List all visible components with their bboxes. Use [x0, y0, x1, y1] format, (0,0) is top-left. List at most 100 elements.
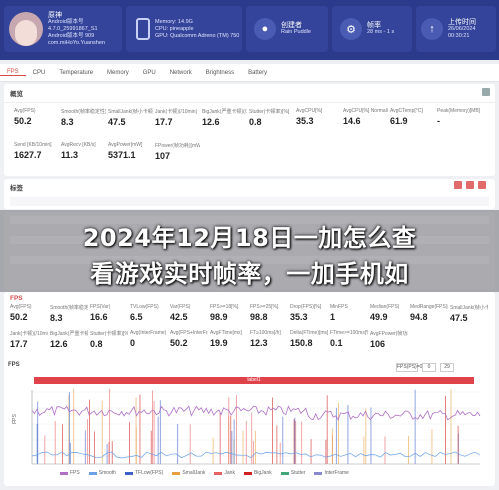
- article-title-line-2: 看游戏实时帧率，一加手机如: [90, 260, 409, 288]
- stat-item: Delta(FTime)[ms] 150.8: [290, 330, 328, 348]
- tab-cpu[interactable]: CPU: [26, 70, 53, 76]
- stat-label: Var(FPS): [170, 304, 191, 310]
- stat-label: Median(FPS): [370, 304, 400, 310]
- legend-item[interactable]: FPS: [60, 470, 80, 476]
- stat-item: FPS>=18[%] 98.9: [210, 304, 248, 322]
- stat-item: FTime>=100ms[%] 0.1: [330, 330, 368, 348]
- article-title-line-1: 2024年12月18日一加怎么查: [82, 224, 417, 252]
- range-box-3[interactable]: 29: [440, 363, 454, 372]
- stat-value: 50.2: [14, 116, 32, 126]
- legend-swatch: [172, 471, 181, 475]
- tab-memory[interactable]: Memory: [100, 70, 136, 76]
- stat-label: Avg(FPS+InterFrame): [170, 330, 208, 336]
- stat-item: AvgCTemp[°C] 61.9: [390, 108, 435, 126]
- legend-label: Stutter: [290, 470, 306, 476]
- stat-value: 0.1: [330, 338, 343, 348]
- stat-item: MedRange(FPS)[%] 94.8: [410, 304, 448, 322]
- legend-item[interactable]: Stutter: [280, 470, 306, 476]
- y-axis-label: FPS: [11, 414, 18, 424]
- stat-item: Jank(卡顿)(/10min) 17.7: [10, 330, 48, 349]
- collapse-icon[interactable]: [482, 88, 490, 96]
- stat-label: FPS>=18[%]: [210, 304, 239, 310]
- stat-item: Avg(FPS+InterFrame) 50.2: [170, 330, 208, 348]
- tab-network[interactable]: Network: [163, 70, 199, 76]
- stat-label: Smooth(帧率稳定性): [61, 109, 106, 115]
- stat-value: 106: [370, 339, 386, 349]
- stat-item: Drop(FPS)[%] 35.3: [290, 304, 328, 322]
- stat-value: 17.7: [155, 117, 173, 127]
- tab-fps[interactable]: FPS: [0, 69, 26, 76]
- stat-label: FPS(Var): [90, 304, 111, 310]
- stat-value: 35.3: [296, 116, 314, 126]
- creator-value: Rain Puddle: [281, 29, 311, 35]
- stat-label: Avg(InterFrame): [130, 330, 167, 336]
- stat-label: Delta(FTime)[ms]: [290, 330, 328, 336]
- stat-value: 49.9: [370, 312, 388, 322]
- tab-brightness[interactable]: Brightness: [199, 70, 241, 76]
- creator-card: ● 创建者 Rain Puddle: [246, 6, 328, 52]
- stat-value: 0: [130, 338, 136, 348]
- stat-value: 42.5: [170, 312, 188, 322]
- stat-label: Avg(FPS): [10, 304, 32, 310]
- stat-label: MedRange(FPS)[%]: [410, 304, 448, 310]
- stat-label: SmallJank(帧小卡顿)(/10min): [108, 109, 153, 115]
- stat-item: AvgFPower(帧功耗)[mW] 106: [370, 330, 408, 349]
- upload-label: 上传时间: [448, 18, 476, 26]
- upload-card: ↑ 上传时间 26/06/2024 00:30:21: [416, 6, 496, 52]
- legend-item[interactable]: BigJank: [243, 470, 272, 476]
- device-card[interactable]: 原神 Android版本号 4.7.0_25991867_S1 Android版…: [4, 6, 122, 52]
- gpu-label: GPU: Qualcomm Adreno (TM) 750: [155, 32, 240, 39]
- gear-icon: ⚙: [340, 18, 362, 40]
- legend-item[interactable]: Jank: [214, 470, 235, 476]
- stat-item: Stutter(卡顿率)[%] 0.8: [90, 330, 128, 349]
- tab-gpu[interactable]: GPU: [136, 70, 163, 76]
- legend-item[interactable]: TFLow(FPS): [124, 470, 163, 476]
- stat-item: Peak(Memory)[MB] -: [437, 108, 482, 126]
- fps-chart[interactable]: FPS: [10, 386, 488, 468]
- stat-label: FPower(帧功耗)[mW]: [155, 143, 200, 149]
- fps-title: FPS: [10, 295, 23, 302]
- stat-value: 17.7: [10, 339, 28, 349]
- stat-item: AvgCPU[%] 35.3: [296, 108, 341, 126]
- stat-label: FTime>=100ms[%]: [330, 330, 368, 336]
- stat-item: FPS(Var) 16.6: [90, 304, 128, 322]
- settings-card: ⚙ 帧率 28 ms - 1 s: [332, 6, 412, 52]
- tags-title: 标签: [10, 185, 23, 192]
- legend-swatch: [314, 471, 323, 475]
- creator-label: 创建者: [281, 22, 302, 29]
- device-name: 原神: [48, 11, 62, 19]
- legend-item[interactable]: SmallJank: [172, 470, 205, 476]
- legend-item[interactable]: Smooth: [88, 470, 116, 476]
- stat-item: Smooth(帧率稳定性) 8.3: [61, 108, 106, 127]
- stat-item: Var(FPS) 42.5: [170, 304, 208, 322]
- stat-item: Stutter(卡顿率)[%] 0.8: [249, 108, 294, 127]
- legend-label: SmallJank: [182, 470, 206, 476]
- range-box-2[interactable]: 0: [422, 363, 436, 372]
- upload-icon: ↑: [421, 18, 443, 40]
- overview-panel: 概览 Avg(FPS) 50.2 Smooth(帧率稳定性) 8.3 SmallJank…: [4, 84, 495, 176]
- tab-temperature[interactable]: Temperature: [52, 70, 100, 76]
- add-icon[interactable]: [466, 181, 474, 189]
- tab-battery[interactable]: Battery: [241, 70, 274, 76]
- range-box-1[interactable]: FPS(PS)=0: [396, 363, 422, 372]
- stat-value: 150.8: [290, 338, 313, 348]
- stat-value: 8.3: [50, 313, 63, 323]
- stat-value: 8.3: [61, 117, 74, 127]
- cpu-label: CPU: pineapple: [155, 25, 194, 32]
- stat-value: 12.6: [202, 117, 220, 127]
- delete-icon[interactable]: [478, 181, 486, 189]
- stat-label: Jank(卡顿)(/10min): [10, 331, 48, 337]
- legend-swatch: [243, 471, 252, 475]
- stat-value: 94.8: [410, 312, 428, 322]
- stat-label: AvgFTime[ms]: [210, 330, 242, 336]
- game-avatar: [9, 12, 43, 46]
- stat-value: 12.6: [50, 339, 68, 349]
- stat-item: TVLow(FPS) 6.5: [130, 304, 168, 322]
- stat-label: SmallJank(帧小卡顿)(/10min): [450, 305, 488, 311]
- label-range-bar[interactable]: label1: [34, 377, 474, 384]
- stat-value: 47.5: [108, 117, 126, 127]
- legend-item[interactable]: InterFrame: [314, 470, 349, 476]
- export-icon[interactable]: [454, 181, 462, 189]
- tag-row[interactable]: [10, 197, 489, 206]
- overview-title: 概览: [10, 91, 23, 98]
